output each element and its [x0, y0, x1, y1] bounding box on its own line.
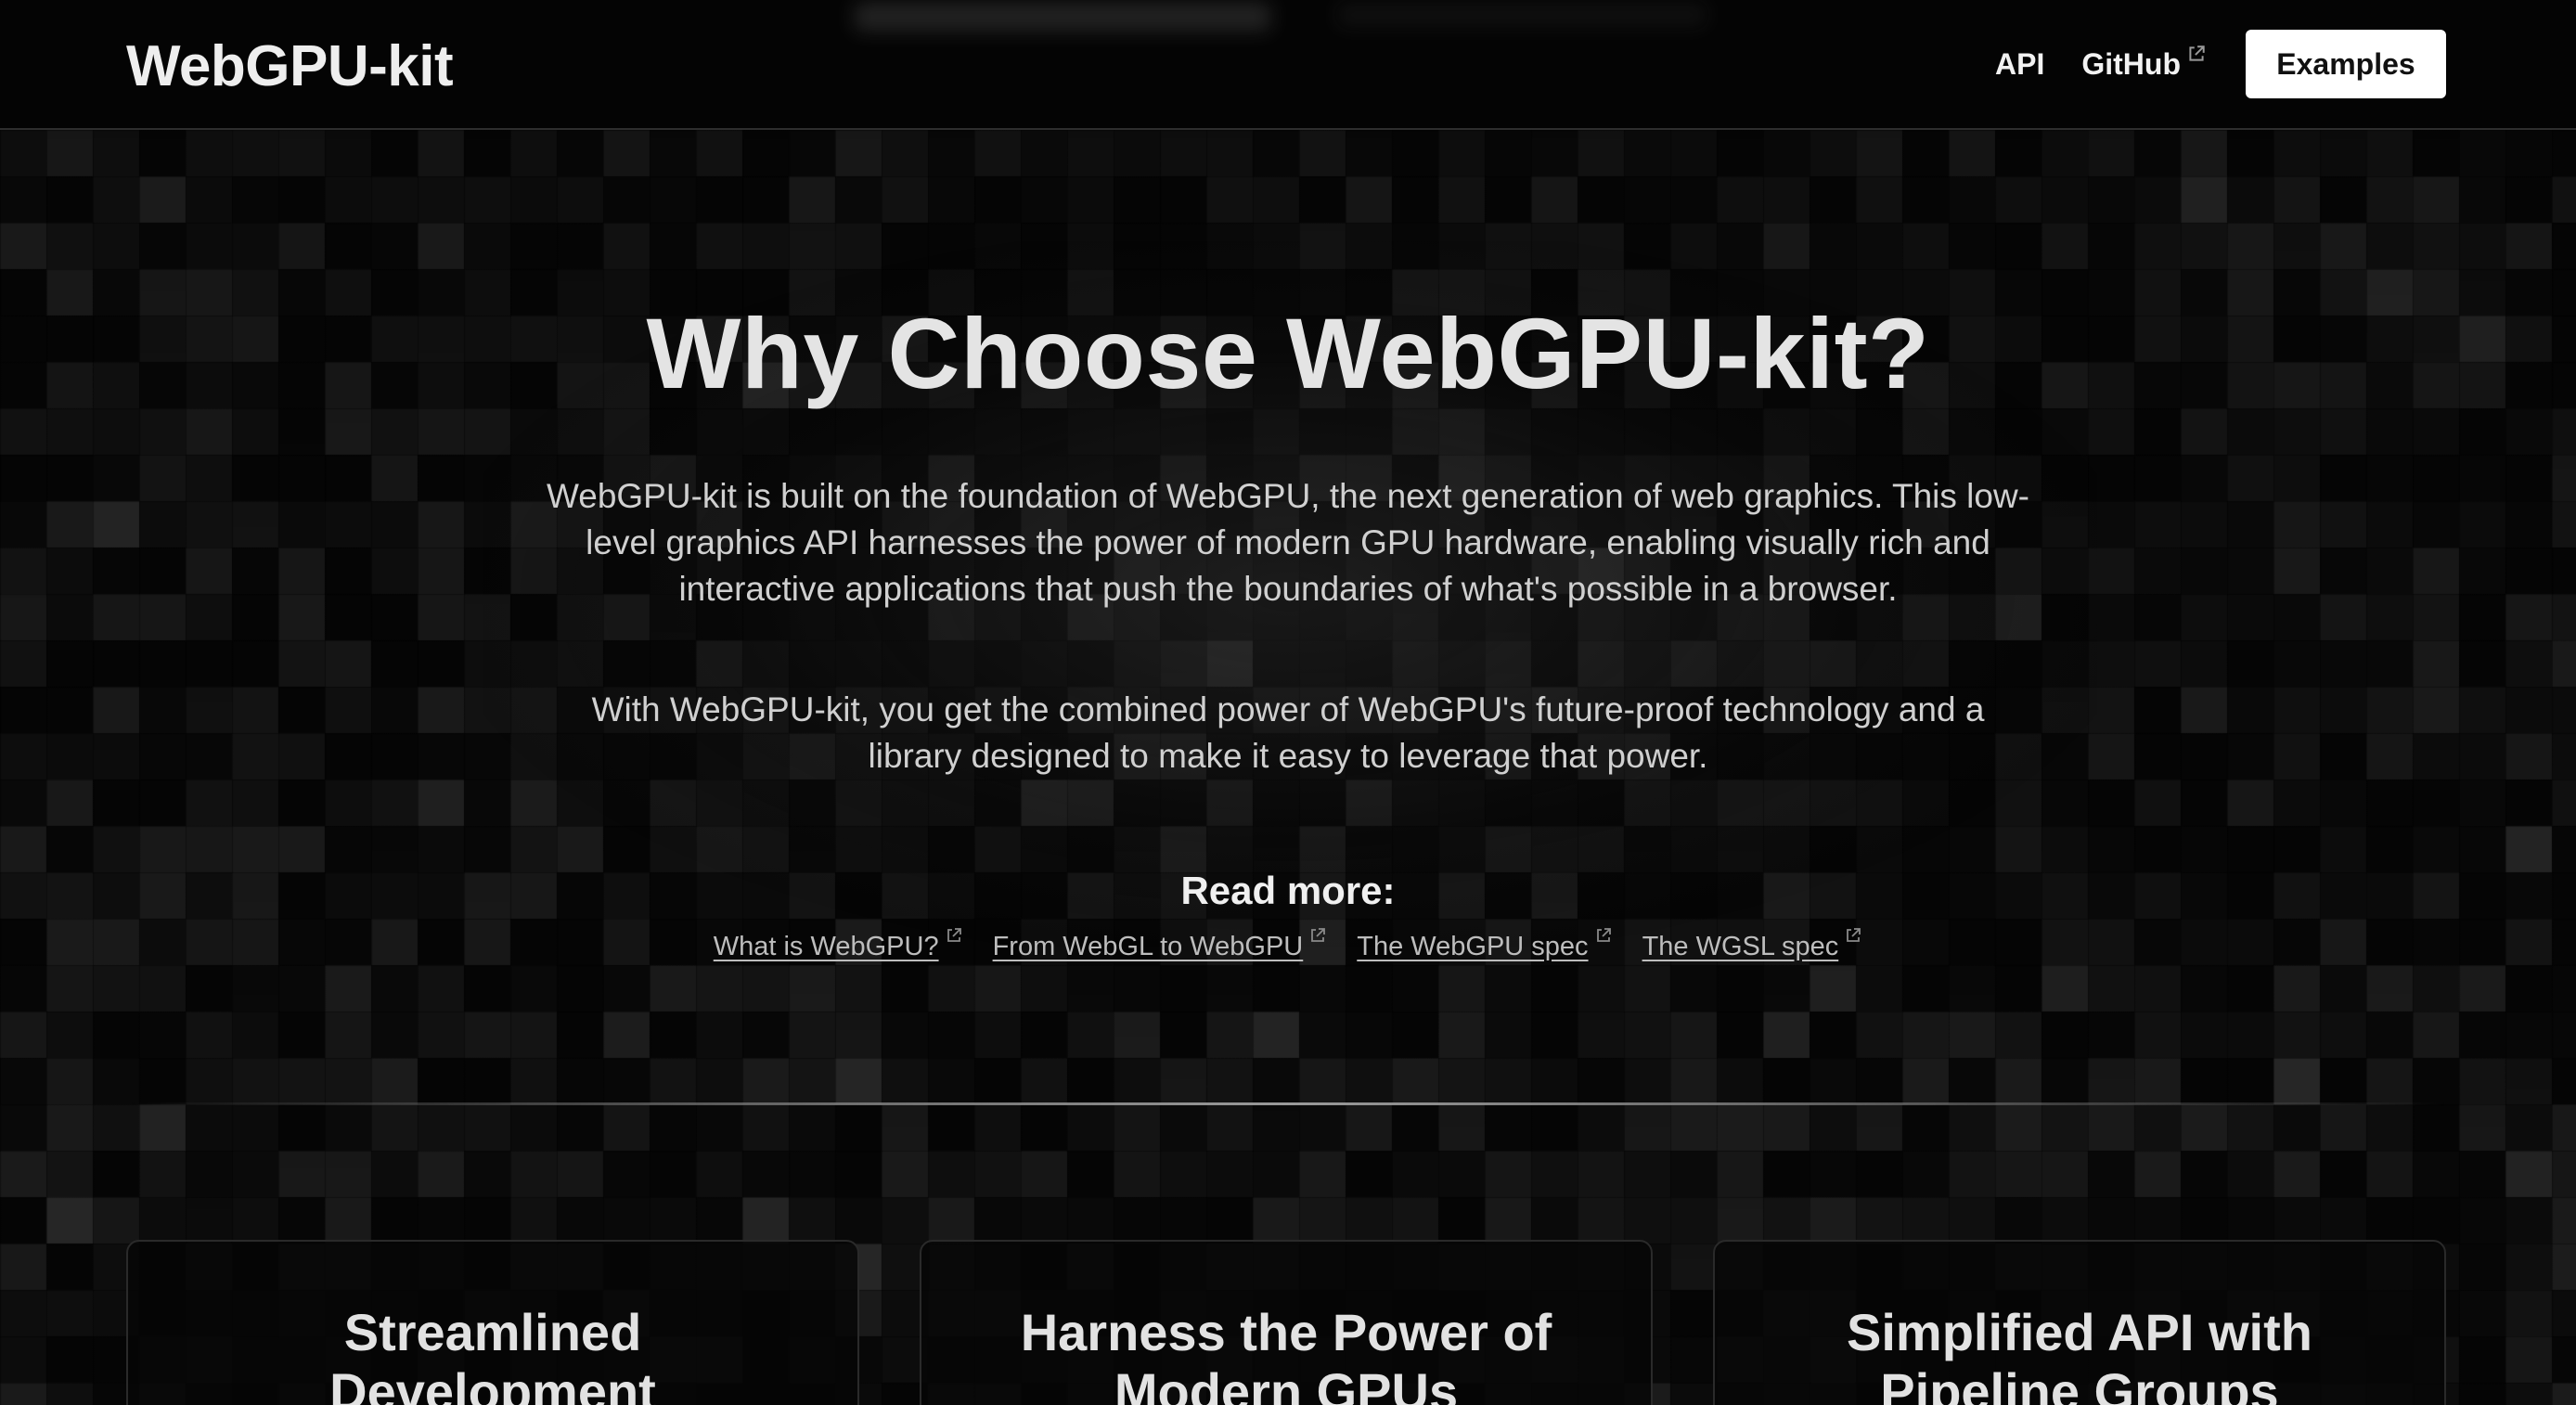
read-more-link-label: The WebGPU spec: [1357, 932, 1589, 961]
read-more-link-wgsl-spec[interactable]: The WGSL spec: [1642, 928, 1863, 962]
read-more-link-webgl-to-webgpu[interactable]: From WebGL to WebGPU: [992, 928, 1328, 962]
section-divider: [130, 1102, 2446, 1105]
site-header: WebGPU-kit API GitHub Examples: [0, 0, 2576, 130]
read-more-link-what-is-webgpu[interactable]: What is WebGPU?: [713, 928, 963, 962]
external-link-icon: [945, 926, 963, 945]
feature-card-title: Simplified API with Pipeline Groups: [1847, 1303, 2312, 1405]
main-nav: API GitHub Examples: [1995, 30, 2446, 98]
examples-button[interactable]: Examples: [2246, 30, 2446, 98]
nav-link-api-label: API: [1995, 46, 2045, 81]
read-more-link-label: The WGSL spec: [1642, 932, 1839, 961]
feature-card-title: Harness the Power of Modern GPUs: [1020, 1303, 1552, 1405]
external-link-icon: [1844, 926, 1862, 945]
external-link-icon: [1308, 926, 1327, 945]
intro-paragraph-2: With WebGPU-kit, you get the combined po…: [591, 690, 1985, 775]
nav-link-github[interactable]: GitHub: [2081, 44, 2207, 82]
feature-card-modern-gpus: Harness the Power of Modern GPUs: [920, 1240, 1653, 1405]
feature-card-title: Streamlined Development: [329, 1303, 656, 1405]
section-title: Why Choose WebGPU-kit?: [646, 297, 1930, 409]
intro-paragraph: WebGPU-kit is built on the foundation of…: [546, 477, 2029, 608]
external-link-icon: [1594, 926, 1613, 945]
nav-link-github-label: GitHub: [2081, 46, 2181, 81]
feature-card-streamlined-development: Streamlined Development: [126, 1240, 859, 1405]
read-more-heading: Read more:: [1180, 869, 1396, 912]
site-logo[interactable]: WebGPU-kit: [126, 33, 454, 99]
read-more-link-webgpu-spec[interactable]: The WebGPU spec: [1357, 928, 1612, 962]
external-link-icon: [2186, 44, 2207, 64]
feature-card-pipeline-groups: Simplified API with Pipeline Groups: [1713, 1240, 2446, 1405]
read-more-link-label: From WebGL to WebGPU: [992, 932, 1304, 961]
nav-link-api[interactable]: API: [1995, 47, 2044, 82]
read-more-links: What is WebGPU? From WebGL to WebGPU The…: [0, 928, 2576, 962]
read-more-link-label: What is WebGPU?: [713, 932, 939, 961]
